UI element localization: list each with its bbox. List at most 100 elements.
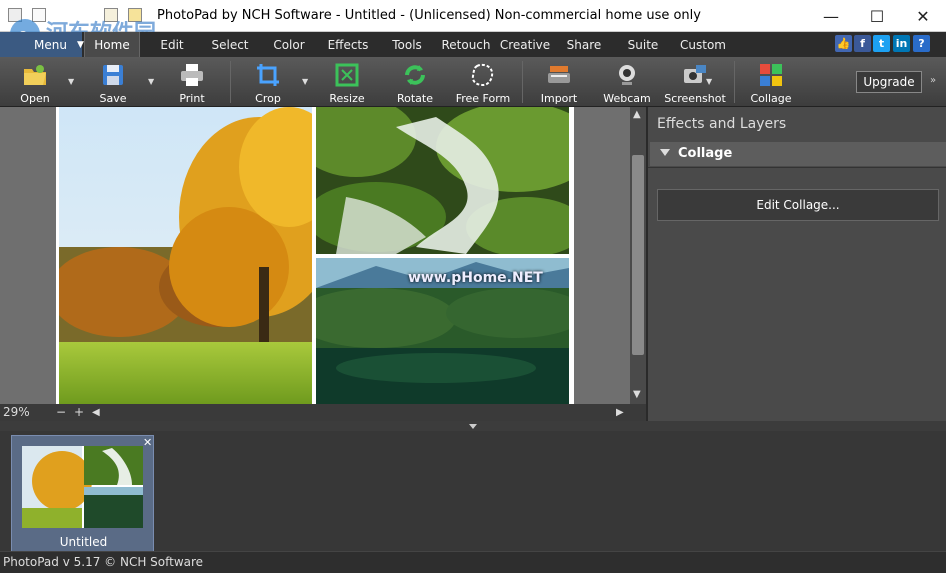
quick-open-icon[interactable] <box>104 8 118 22</box>
save-dropdown-icon[interactable]: ▼ <box>148 77 154 86</box>
resize-icon <box>335 63 359 87</box>
save-button[interactable]: Save <box>94 57 132 107</box>
crop-label: Crop <box>255 92 281 105</box>
collage-label: Collage <box>750 92 792 105</box>
menu-bar: Menu ▼ Home Edit Select Color Effects Tools Re… <box>0 32 946 57</box>
toolbar-overflow-icon[interactable]: » <box>930 75 936 86</box>
waterfall-photo <box>316 107 569 254</box>
crop-dropdown-icon[interactable]: ▼ <box>302 77 308 86</box>
collage-button[interactable]: Collage <box>750 57 792 107</box>
tray-splitter[interactable] <box>0 421 946 431</box>
image-canvas[interactable]: www.pHome.NET <box>0 107 630 404</box>
resize-button[interactable]: Resize <box>326 57 368 107</box>
free-form-label: Free Form <box>455 92 511 105</box>
menu-button-label: Menu <box>34 37 67 52</box>
vertical-scrollbar[interactable]: ▲ ▼ <box>630 107 646 404</box>
import-button[interactable]: Import <box>538 57 580 107</box>
webcam-icon <box>619 65 635 85</box>
tab-effects[interactable]: Effects <box>318 32 378 57</box>
open-folder-icon <box>24 65 46 85</box>
like-icon[interactable]: 👍 <box>835 35 852 52</box>
collage-section-label: Collage <box>678 146 733 161</box>
thumbnail-caption: Untitled <box>59 535 108 549</box>
print-button[interactable]: Print <box>172 57 212 107</box>
free-form-button[interactable]: Free Form <box>456 57 510 107</box>
import-scanner-icon <box>548 66 570 83</box>
minimize-button[interactable]: — <box>808 0 854 32</box>
scrollbar-thumb[interactable] <box>632 155 644 355</box>
new-icon[interactable] <box>32 8 46 22</box>
photo-watermark-text: www.pHome.NET <box>408 270 543 286</box>
resize-label: Resize <box>329 92 365 105</box>
twitter-icon[interactable]: t <box>873 35 890 52</box>
webcam-label: Webcam <box>603 92 651 105</box>
title-bar: PhotoPad by NCH Software - Untitled - (U… <box>0 0 946 32</box>
zoom-bar: 29% − + ◀ ▶ <box>0 404 646 421</box>
facebook-icon[interactable]: f <box>854 35 871 52</box>
tab-color[interactable]: Color <box>266 32 312 57</box>
upgrade-button[interactable]: Upgrade <box>856 71 922 93</box>
linkedin-icon[interactable]: in <box>893 35 910 52</box>
printer-icon <box>181 64 203 86</box>
crop-icon <box>257 64 279 86</box>
screenshot-camera-icon <box>684 65 706 83</box>
autumn-tree-photo <box>59 107 312 404</box>
rotate-button[interactable]: Rotate <box>394 57 436 107</box>
free-form-icon <box>471 63 494 87</box>
status-bar: PhotoPad v 5.17 © NCH Software <box>0 551 946 573</box>
tab-tools[interactable]: Tools <box>384 32 430 57</box>
open-dropdown-icon[interactable]: ▼ <box>68 77 74 86</box>
document-thumbnail[interactable]: ✕ Untitled <box>11 435 154 552</box>
edit-collage-button[interactable]: Edit Collage... <box>657 189 939 221</box>
menu-button[interactable]: Menu ▼ <box>0 32 84 57</box>
maximize-button[interactable]: ☐ <box>854 0 900 32</box>
effects-layers-panel: Effects and Layers Collage Edit Collage.… <box>646 107 946 421</box>
crop-button[interactable]: Crop <box>248 57 288 107</box>
tab-custom[interactable]: Custom <box>674 32 732 57</box>
panel-title: Effects and Layers <box>657 116 787 132</box>
scroll-down-icon[interactable]: ▼ <box>633 389 641 400</box>
document-tray: ✕ Untitled <box>0 431 946 552</box>
print-label: Print <box>179 92 205 105</box>
collage-image: www.pHome.NET <box>56 107 574 404</box>
tab-share[interactable]: Share <box>558 32 610 57</box>
zoom-out-button[interactable]: − <box>56 405 66 419</box>
scroll-right-icon[interactable]: ▶ <box>616 407 624 418</box>
thumbnail-image <box>22 446 143 528</box>
tab-home[interactable]: Home <box>84 32 140 57</box>
screenshot-label: Screenshot <box>664 92 726 105</box>
save-label: Save <box>99 92 127 105</box>
scroll-up-icon[interactable]: ▲ <box>633 109 641 120</box>
close-button[interactable]: ✕ <box>900 0 946 32</box>
collage-section-header[interactable]: Collage <box>650 142 946 166</box>
tab-creative[interactable]: Creative <box>496 32 554 57</box>
toolbar-separator <box>522 61 523 103</box>
save-disk-icon <box>103 65 123 85</box>
tab-retouch[interactable]: Retouch <box>436 32 496 57</box>
tab-suite[interactable]: Suite <box>620 32 666 57</box>
open-button[interactable]: Open <box>14 57 56 107</box>
webcam-button[interactable]: Webcam <box>603 57 651 107</box>
zoom-level: 29% <box>3 405 30 419</box>
tab-edit[interactable]: Edit <box>146 32 198 57</box>
help-icon[interactable]: ? <box>913 35 930 52</box>
toolbar-separator <box>734 61 735 103</box>
collapse-triangle-icon <box>660 149 670 156</box>
zoom-in-button[interactable]: + <box>74 405 84 419</box>
close-document-icon[interactable]: ✕ <box>143 436 152 449</box>
collage-icon <box>760 64 782 86</box>
window-title: PhotoPad by NCH Software - Untitled - (U… <box>157 8 701 23</box>
app-icon[interactable] <box>8 8 22 22</box>
rotate-label: Rotate <box>396 92 433 105</box>
tab-select[interactable]: Select <box>202 32 258 57</box>
toolbar-separator <box>230 61 231 103</box>
open-label: Open <box>20 92 50 105</box>
toolbar: Open ▼ Save ▼ Print Crop ▼ Resize Rotate… <box>0 57 946 107</box>
quick-save-icon[interactable] <box>128 8 142 22</box>
screenshot-button[interactable]: Screenshot <box>664 57 726 107</box>
import-label: Import <box>540 92 578 105</box>
scroll-left-icon[interactable]: ◀ <box>92 407 100 418</box>
collapse-tray-icon[interactable] <box>469 424 477 429</box>
screenshot-dropdown-icon[interactable]: ▼ <box>706 77 712 86</box>
divider <box>648 167 946 168</box>
